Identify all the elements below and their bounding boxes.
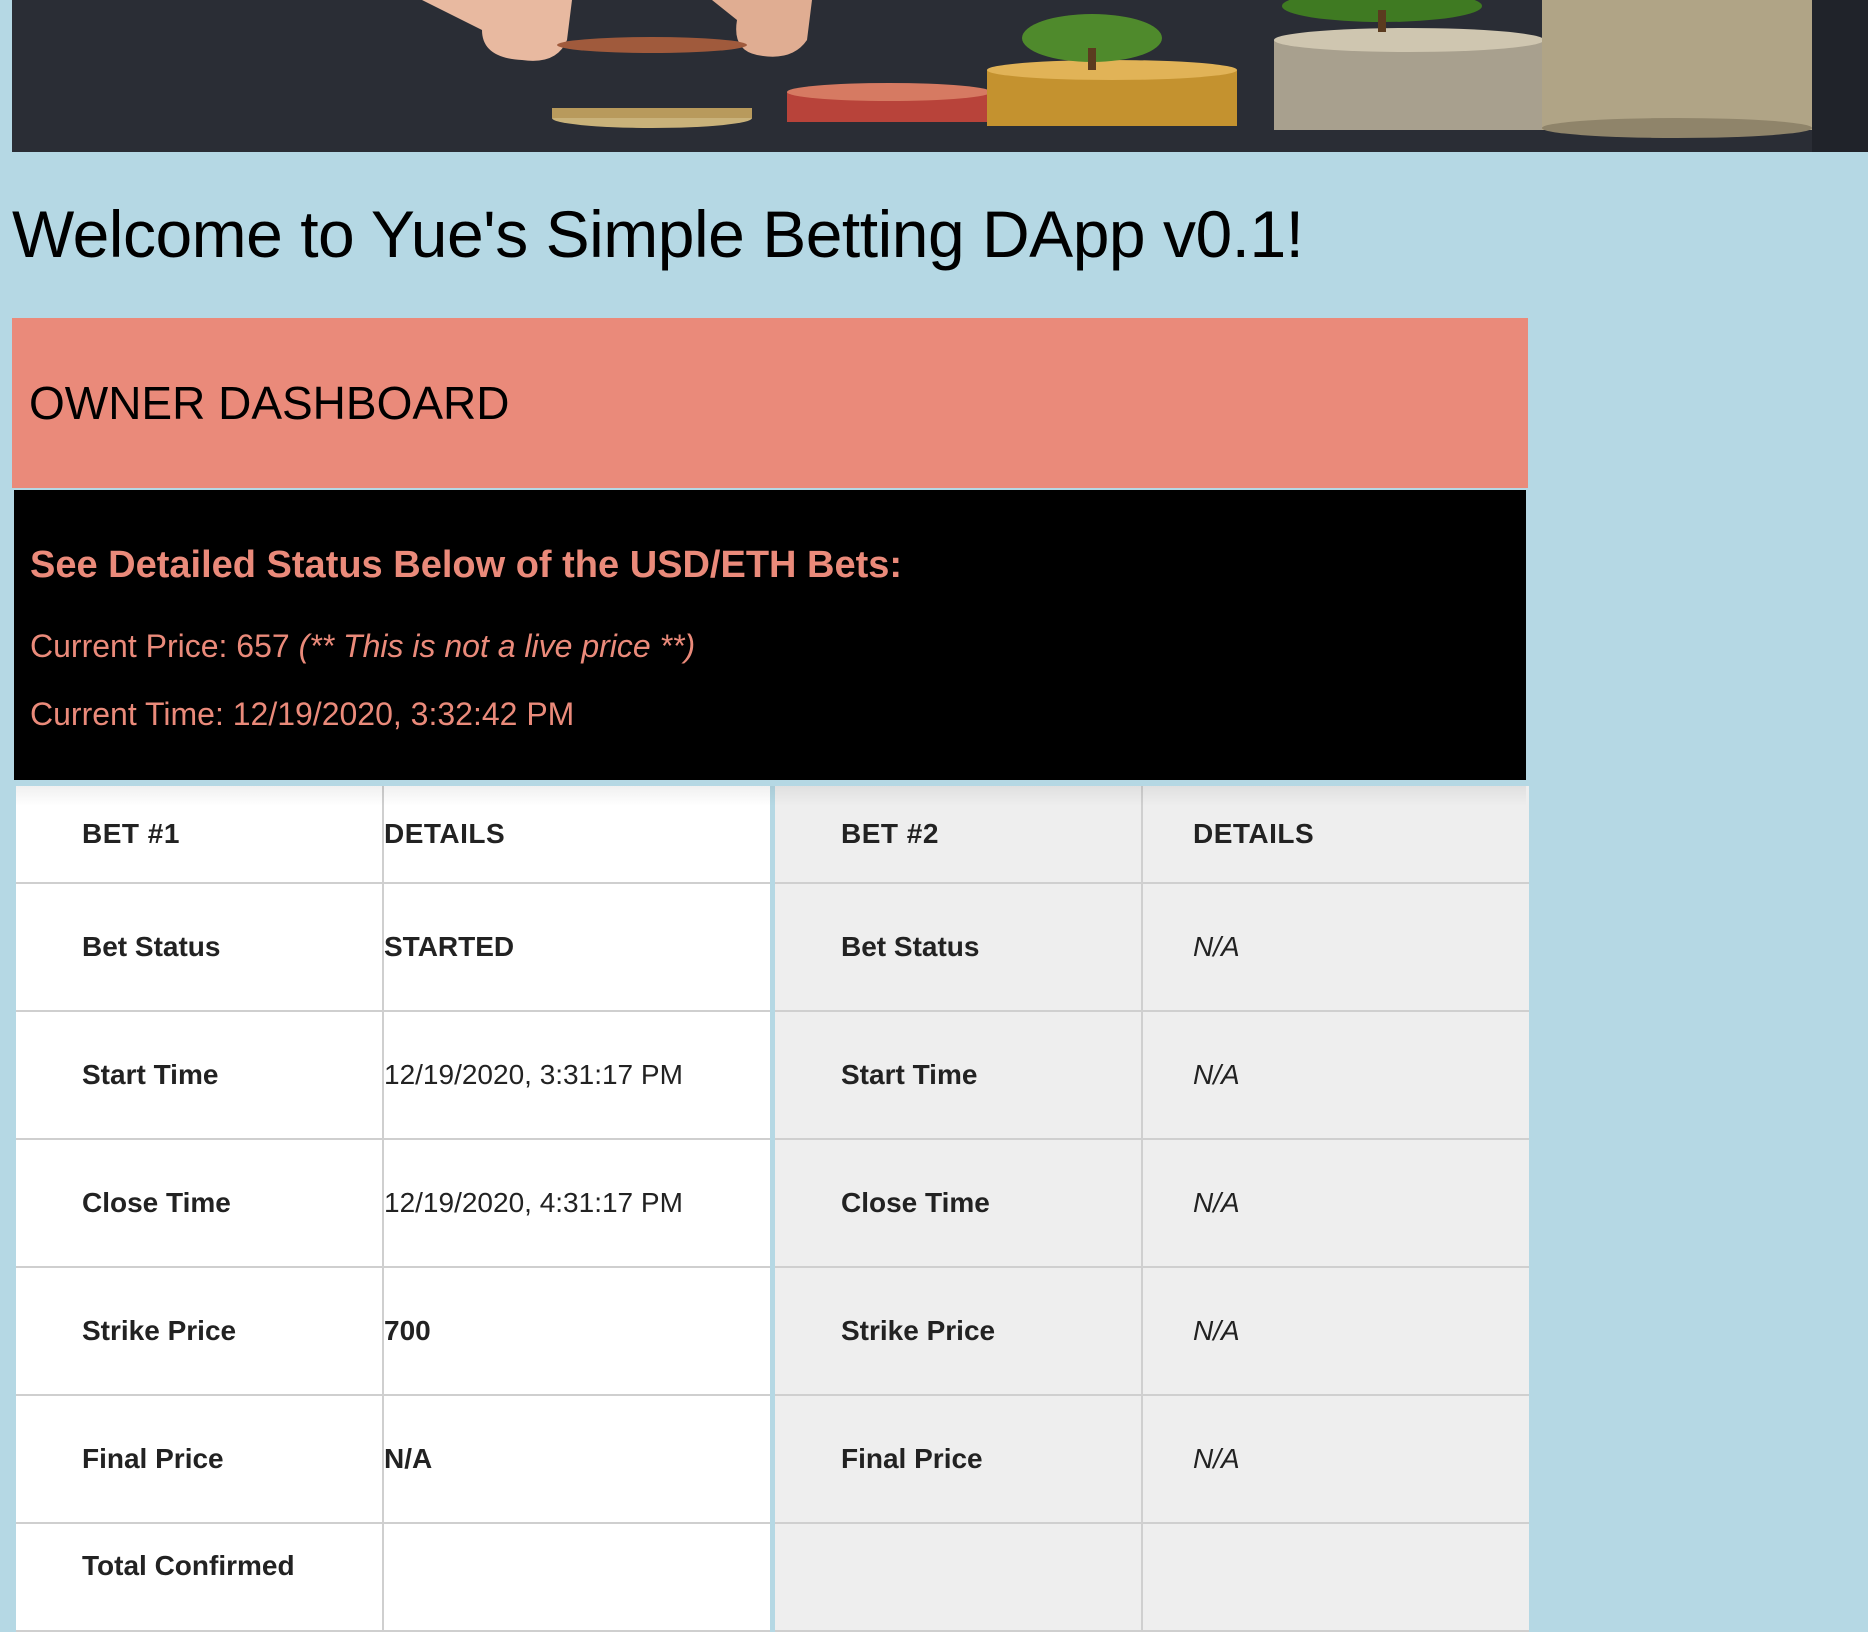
table-header-row: BET #2 DETAILS <box>775 786 1529 884</box>
bet-2-header: BET #2 <box>775 786 1143 884</box>
bet-2-total-confirmed-value <box>1141 1522 1529 1632</box>
bet-1-total-confirmed-value <box>382 1522 770 1632</box>
price-disclaimer: (** This is not a live price **) <box>298 628 696 664</box>
table-row: Start Time N/A <box>775 1010 1529 1140</box>
table-row: Total Confirmed <box>16 1522 770 1632</box>
table-row: Bet Status N/A <box>775 882 1529 1012</box>
bet-2-details-header: DETAILS <box>1141 786 1529 884</box>
bet-1-status-value: STARTED <box>382 882 770 1012</box>
row-label: Strike Price <box>16 1266 384 1396</box>
bet-1-details-header: DETAILS <box>382 786 770 884</box>
table-row <box>775 1522 1529 1632</box>
table-row: Start Time 12/19/2020, 3:31:17 PM <box>16 1010 770 1140</box>
header-banner-image <box>12 0 1868 152</box>
page-title: Welcome to Yue's Simple Betting DApp v0.… <box>12 197 1304 271</box>
row-label: Strike Price <box>775 1266 1143 1396</box>
bet-1-table: BET #1 DETAILS Bet Status STARTED Start … <box>16 786 770 1632</box>
row-label: Total Confirmed <box>16 1522 384 1632</box>
owner-dashboard-header: OWNER DASHBOARD <box>12 318 1528 488</box>
bet-2-close-time-value: N/A <box>1141 1138 1529 1268</box>
bet-1-header: BET #1 <box>16 786 384 884</box>
bet-1-final-price-value: N/A <box>382 1394 770 1524</box>
table-row: Bet Status STARTED <box>16 882 770 1012</box>
row-label: Close Time <box>775 1138 1143 1268</box>
row-label: Final Price <box>16 1394 384 1524</box>
bet-2-strike-price-value: N/A <box>1141 1266 1529 1396</box>
status-panel: See Detailed Status Below of the USD/ETH… <box>14 490 1526 780</box>
row-label: Close Time <box>16 1138 384 1268</box>
table-row: Close Time N/A <box>775 1138 1529 1268</box>
status-title: See Detailed Status Below of the USD/ETH… <box>30 544 903 586</box>
owner-dashboard-title: OWNER DASHBOARD <box>29 377 510 429</box>
row-label: Start Time <box>775 1010 1143 1140</box>
table-row: Close Time 12/19/2020, 4:31:17 PM <box>16 1138 770 1268</box>
current-price-line: Current Price: 657 (** This is not a liv… <box>30 628 695 665</box>
bet-2-status-value: N/A <box>1141 882 1529 1012</box>
table-row: Strike Price N/A <box>775 1266 1529 1396</box>
table-row: Final Price N/A <box>775 1394 1529 1524</box>
row-label: Start Time <box>16 1010 384 1140</box>
table-header-row: BET #1 DETAILS <box>16 786 770 884</box>
bet-2-final-price-value: N/A <box>1141 1394 1529 1524</box>
row-label: Bet Status <box>775 882 1143 1012</box>
table-row: Strike Price 700 <box>16 1266 770 1396</box>
bet-2-start-time-value: N/A <box>1141 1010 1529 1140</box>
bet-1-strike-price-value: 700 <box>382 1266 770 1396</box>
coins-banner-illustration <box>12 0 1868 152</box>
table-row: Final Price N/A <box>16 1394 770 1524</box>
current-price-label: Current Price: 657 <box>30 628 290 664</box>
bet-1-start-time-value: 12/19/2020, 3:31:17 PM <box>382 1010 770 1140</box>
row-label: Bet Status <box>16 882 384 1012</box>
row-label: Final Price <box>775 1394 1143 1524</box>
bet-1-close-time-value: 12/19/2020, 4:31:17 PM <box>382 1138 770 1268</box>
bet-2-table: BET #2 DETAILS Bet Status N/A Start Time… <box>775 786 1529 1632</box>
row-label <box>775 1522 1143 1632</box>
current-time-line: Current Time: 12/19/2020, 3:32:42 PM <box>30 696 575 732</box>
